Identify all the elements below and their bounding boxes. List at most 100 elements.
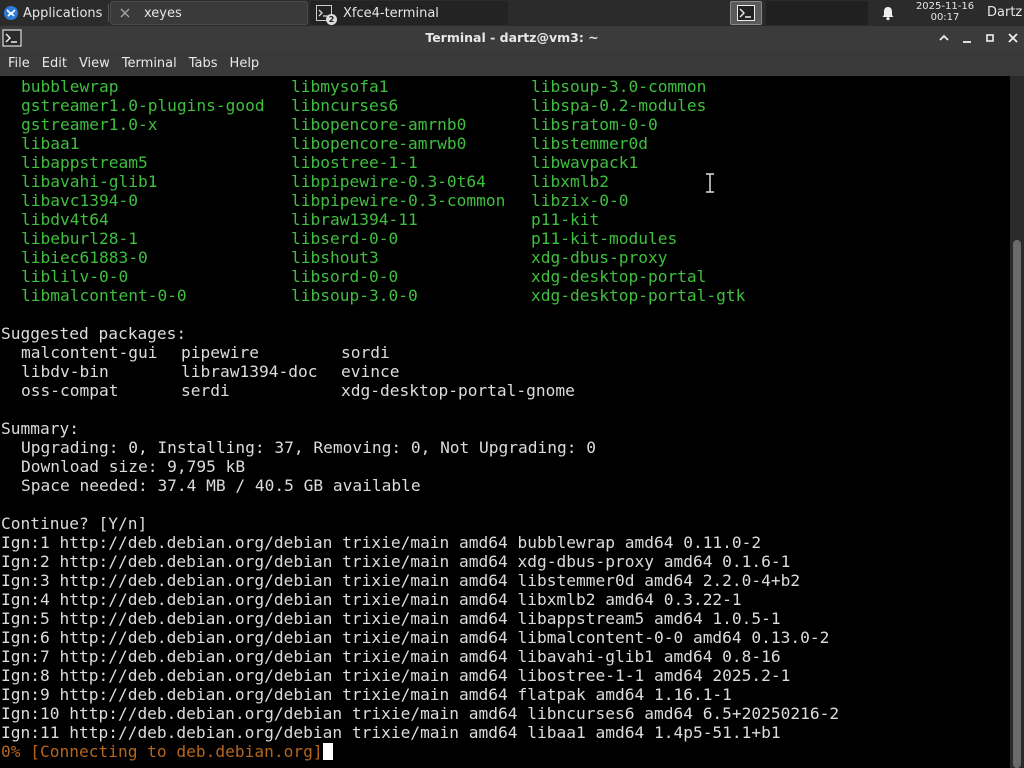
close-button[interactable] (1005, 30, 1021, 46)
package-name: libpipewire-0.3-common (291, 191, 506, 210)
menu-file[interactable]: File (8, 56, 30, 71)
ign-line-text: Ign:2 http://deb.debian.org/debian trixi… (1, 552, 791, 571)
package-name: libsord-0-0 (291, 267, 399, 286)
menubar: File Edit View Terminal Tabs Help (0, 50, 1024, 76)
terminal-cursor (322, 743, 333, 760)
package-name: libpipewire-0.3-0t64 (291, 172, 486, 191)
package-name: gstreamer1.0-x (21, 115, 158, 134)
panel-separator (108, 4, 109, 22)
suggested-package: xdg-desktop-portal-gnome (341, 381, 575, 400)
package-name: libxmlb2 (531, 172, 609, 191)
ign-line-text: Ign:8 http://deb.debian.org/debian trixi… (1, 666, 791, 685)
text-cursor-icon (706, 173, 714, 193)
user-menu[interactable]: Dartz (987, 5, 1022, 20)
package-name: xdg-desktop-portal (531, 267, 707, 286)
suggested-package: malcontent-gui (21, 343, 158, 362)
maximize-icon (986, 34, 994, 42)
package-name: libavc1394-0 (21, 191, 138, 210)
minimize-icon (963, 41, 971, 43)
workspace-2[interactable] (800, 1, 834, 25)
clock-time: 00:17 (930, 12, 960, 23)
active-terminal-launcher[interactable] (730, 1, 762, 25)
package-name: libwavpack1 (531, 153, 639, 172)
menu-view[interactable]: View (79, 56, 110, 71)
package-name: libostree-1-1 (291, 153, 418, 172)
progress-line: 0% [Connecting to deb.debian.org] (1, 742, 333, 761)
menu-edit[interactable]: Edit (42, 56, 67, 71)
scrollbar-thumb[interactable] (1013, 240, 1021, 768)
ign-line-text: Ign:9 http://deb.debian.org/debian trixi… (1, 685, 732, 704)
clock-date: 2025-11-16 (915, 1, 975, 12)
menu-terminal[interactable]: Terminal (122, 56, 177, 71)
package-name: libopencore-amrnb0 (291, 115, 467, 134)
terminal-icon (737, 5, 755, 21)
summary-text: Space needed: 37.4 MB / 40.5 GB availabl… (21, 476, 421, 495)
ign-line-text: Ign:4 http://deb.debian.org/debian trixi… (1, 590, 742, 609)
package-name: libsoup-3.0-0 (291, 286, 418, 305)
package-name: liblilv-0-0 (21, 267, 129, 286)
shade-button[interactable] (936, 30, 952, 46)
package-name: libmysofa1 (291, 77, 389, 96)
package-name: libspa-0.2-modules (531, 96, 707, 115)
package-name: libraw1394-11 (291, 210, 418, 229)
suggested-package: oss-compat (21, 381, 119, 400)
package-name: libncurses6 (291, 96, 399, 115)
maximize-button[interactable] (982, 30, 998, 46)
summary-text: Download size: 9,795 kB (21, 457, 246, 476)
package-name: xdg-desktop-portal-gtk (531, 286, 746, 305)
workspace-3[interactable] (834, 1, 868, 25)
ign-line: Ign:7 http://deb.debian.org/debian trixi… (1, 647, 781, 666)
package-name: libserd-0-0 (291, 229, 399, 248)
package-name: libshout3 (291, 248, 379, 267)
menu-help[interactable]: Help (230, 56, 260, 71)
ign-line: Ign:11 http://deb.debian.org/debian trix… (1, 723, 781, 742)
suggested-package: pipewire (181, 343, 259, 362)
ign-line: Ign:10 http://deb.debian.org/debian trix… (1, 704, 839, 723)
ign-line: Ign:6 http://deb.debian.org/debian trixi… (1, 628, 829, 647)
package-name: libeburl28-1 (21, 229, 138, 248)
suggested-package: libdv-bin (21, 362, 109, 381)
applications-menu[interactable]: Applications (0, 0, 108, 26)
continue-prompt: Continue? [Y/n] (1, 514, 147, 533)
package-name: p11-kit (531, 210, 600, 229)
notification-bell-icon[interactable] (880, 5, 896, 21)
package-name: libaa1 (21, 134, 80, 153)
suggested-package: serdi (181, 381, 230, 400)
package-name: bubblewrap (21, 77, 119, 96)
terminal-output[interactable]: bubblewrap libmysofa1 libsoup-3.0-common gs… (0, 76, 1009, 768)
ign-line: Ign:3 http://deb.debian.org/debian trixi… (1, 571, 800, 590)
package-name: libiec61883-0 (21, 248, 148, 267)
task-xeyes[interactable]: xeyes (110, 1, 308, 25)
task-count-badge: 2 (326, 14, 337, 25)
ign-line-text: Ign:1 http://deb.debian.org/debian trixi… (1, 533, 762, 552)
terminal-scrollbar[interactable] (1010, 76, 1024, 768)
ign-line: Ign:9 http://deb.debian.org/debian trixi… (1, 685, 732, 704)
workspace-1[interactable] (766, 1, 800, 25)
package-name: libstemmer0d (531, 134, 648, 153)
summary-header: Summary: (1, 419, 79, 438)
suggested-package: libraw1394-doc (181, 362, 318, 381)
chevron-up-icon (939, 34, 949, 41)
package-name: libopencore-amrwb0 (291, 134, 467, 153)
task-xfce4-terminal[interactable]: 2 Xfce4-terminal (310, 1, 508, 25)
window-titlebar[interactable]: Terminal - dartz@vm3: ~ (0, 26, 1024, 50)
ign-line-text: Ign:11 http://deb.debian.org/debian trix… (1, 723, 781, 742)
continue-prompt-text: Continue? [Y/n] (1, 514, 148, 533)
close-icon (1008, 33, 1018, 43)
package-name: libsoup-3.0-common (531, 77, 707, 96)
panel-clock[interactable]: 2025-11-16 00:17 (908, 1, 982, 23)
ign-line: Ign:8 http://deb.debian.org/debian trixi… (1, 666, 790, 685)
ign-line-text: Ign:6 http://deb.debian.org/debian trixi… (1, 628, 830, 647)
minimize-button[interactable] (959, 30, 975, 46)
package-name: libappstream5 (21, 153, 148, 172)
task-terminal-label: Xfce4-terminal (343, 5, 439, 21)
package-name: libavahi-glib1 (21, 172, 158, 191)
suggested-header: Suggested packages: (1, 324, 186, 343)
xfce-logo-icon (4, 6, 18, 20)
ign-line: Ign:4 http://deb.debian.org/debian trixi… (1, 590, 742, 609)
menu-tabs[interactable]: Tabs (189, 56, 218, 71)
ign-line-text: Ign:7 http://deb.debian.org/debian trixi… (1, 647, 781, 666)
top-panel: Applications xeyes 2 Xfce4-terminal 2025… (0, 0, 1024, 26)
package-name: xdg-dbus-proxy (531, 248, 668, 267)
summary-text: Upgrading: 0, Installing: 37, Removing: … (21, 438, 596, 457)
